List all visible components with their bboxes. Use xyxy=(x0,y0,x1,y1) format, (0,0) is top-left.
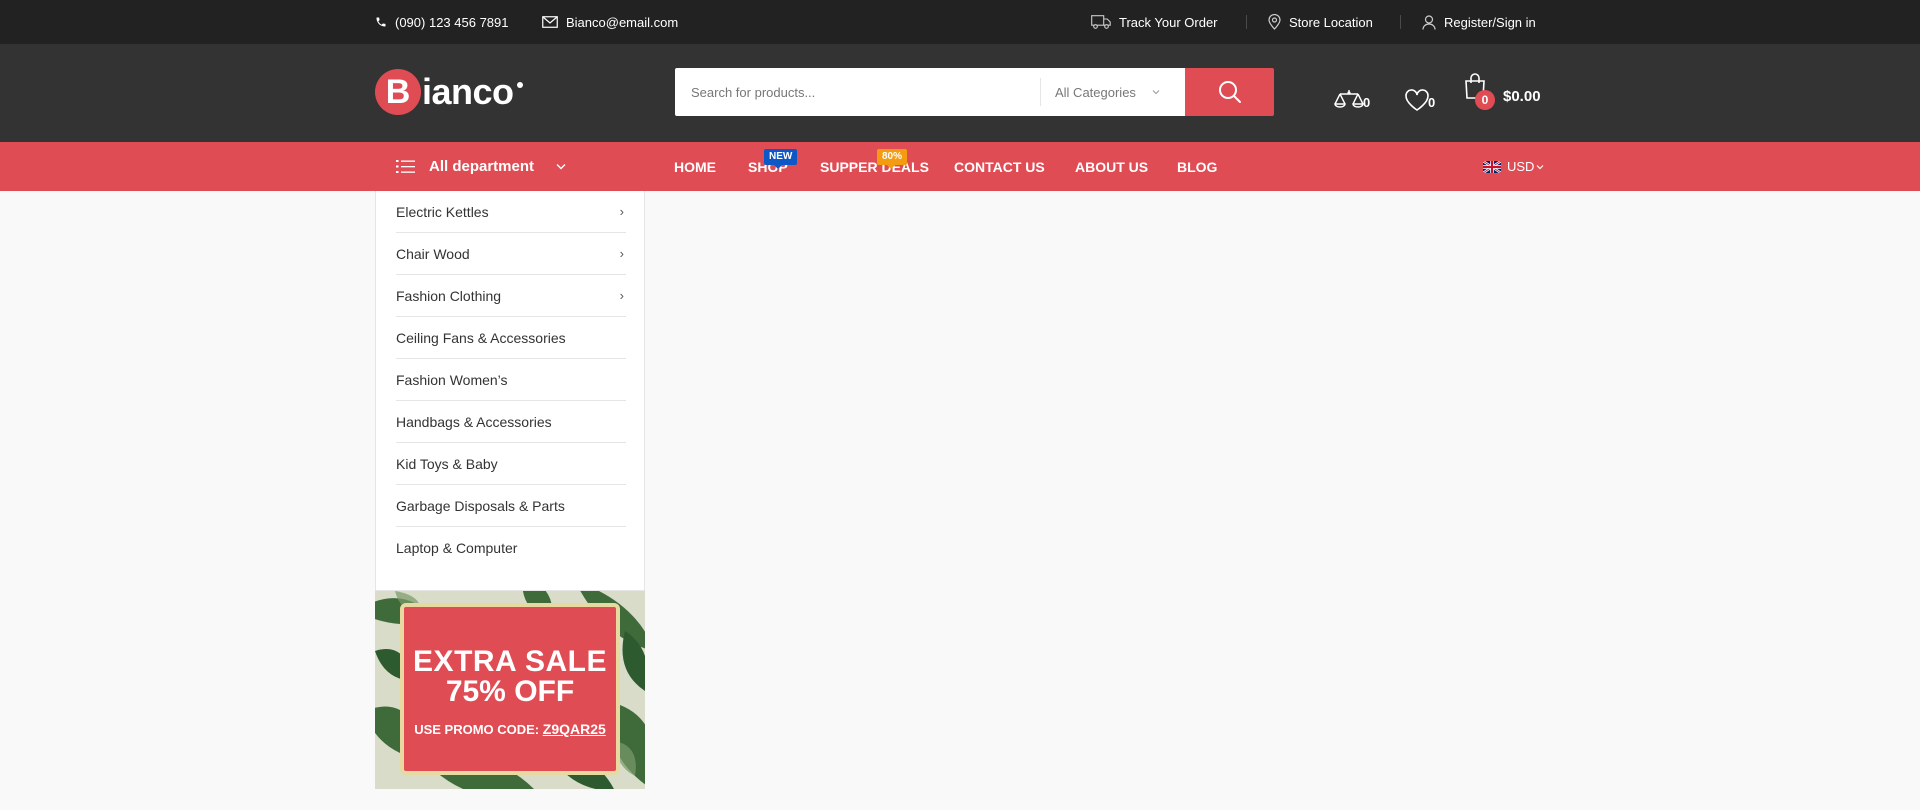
nav-about-us-label: ABOUT US xyxy=(1075,158,1149,175)
wishlist-count: 0 xyxy=(1428,95,1436,110)
store-location-link[interactable]: Store Location xyxy=(1268,0,1373,44)
department-item-chair-wood[interactable]: Chair Wood › xyxy=(396,233,626,275)
divider xyxy=(1246,15,1247,29)
department-item-label: Kid Toys & Baby xyxy=(396,455,498,472)
chevron-down-icon xyxy=(1537,164,1544,169)
main-header: B ianco All Categories 0 0 0 $0.00 xyxy=(0,44,1920,142)
promo-code: Z9QAR25 xyxy=(542,721,606,737)
department-item-label: Garbage Disposals & Parts xyxy=(396,497,565,514)
email-contact[interactable]: Bianco@email.com xyxy=(542,0,678,44)
compare-button[interactable]: 0 xyxy=(1333,72,1370,112)
compare-count: 0 xyxy=(1363,95,1371,110)
currency-value: USD xyxy=(1507,159,1535,174)
promo-headline: EXTRA SALE xyxy=(413,645,607,678)
search-button[interactable] xyxy=(1185,68,1274,116)
logo-mark: B xyxy=(375,69,421,115)
department-item-label: Handbags & Accessories xyxy=(396,413,552,430)
promo-discount: 75% OFF xyxy=(445,675,575,708)
department-item-label: Fashion Women’s xyxy=(396,371,508,388)
register-signin-link[interactable]: Register/Sign in xyxy=(1422,0,1536,44)
nav-supper-deals-label: SUPPER DEALS xyxy=(820,158,929,175)
phone-number: (090) 123 456 7891 xyxy=(395,14,509,30)
cart-count-badge: 0 xyxy=(1475,90,1495,110)
register-label: Register/Sign in xyxy=(1444,14,1536,30)
uk-flag-icon xyxy=(1483,160,1501,173)
department-item-label: Electric Kettles xyxy=(396,203,489,220)
department-item-kid-toys[interactable]: Kid Toys & Baby xyxy=(396,443,626,485)
department-item-electric-kettles[interactable]: Electric Kettles › xyxy=(396,191,626,233)
category-select-value: All Categories xyxy=(1055,84,1136,100)
user-icon xyxy=(1422,14,1436,30)
chevron-down-icon xyxy=(1152,90,1160,95)
promo-code-line: USE PROMO CODE: Z9QAR25 xyxy=(404,721,616,737)
track-order-label: Track Your Order xyxy=(1119,14,1218,30)
divider xyxy=(1400,15,1401,29)
heart-icon xyxy=(1405,89,1429,111)
department-item-label: Laptop & Computer xyxy=(396,540,518,556)
chevron-right-icon: › xyxy=(619,288,624,303)
location-pin-icon xyxy=(1268,14,1281,30)
cart-total: $0.00 xyxy=(1503,88,1541,105)
department-item-ceiling-fans[interactable]: Ceiling Fans & Accessories xyxy=(396,317,626,359)
nav-home-label: HOME xyxy=(674,158,716,175)
top-bar: (090) 123 456 7891 Bianco@email.com Trac… xyxy=(0,0,1920,44)
main-navigation: All department HOME SHOP NEW SUPPER DEAL… xyxy=(0,142,1920,191)
department-item-garbage-disposals[interactable]: Garbage Disposals & Parts xyxy=(396,485,626,527)
store-location-label: Store Location xyxy=(1289,14,1373,30)
wishlist-button[interactable]: 0 xyxy=(1404,72,1435,112)
chevron-down-icon xyxy=(556,164,566,170)
logo-dot xyxy=(516,82,523,88)
promo-card: EXTRA SALE 75% OFF USE PROMO CODE: Z9QAR… xyxy=(400,603,620,775)
department-item-fashion-clothing[interactable]: Fashion Clothing › xyxy=(396,275,626,317)
category-select[interactable]: All Categories xyxy=(1040,68,1185,116)
logo[interactable]: B ianco xyxy=(375,69,523,115)
phone-contact[interactable]: (090) 123 456 7891 xyxy=(375,0,508,44)
list-menu-icon xyxy=(396,160,415,173)
currency-selector[interactable]: USD xyxy=(1483,142,1544,191)
nav-home[interactable]: HOME xyxy=(674,142,716,191)
nav-about-us[interactable]: ABOUT US xyxy=(1075,142,1148,191)
nav-blog-label: BLOG xyxy=(1177,158,1218,175)
email-address: Bianco@email.com xyxy=(566,14,679,30)
chevron-right-icon: › xyxy=(619,246,624,261)
nav-contact-us[interactable]: CONTACT US xyxy=(954,142,1045,191)
cart-button[interactable]: 0 $0.00 xyxy=(1463,72,1563,112)
all-department-toggle[interactable]: All department xyxy=(396,142,566,191)
promo-banner[interactable]: EXTRA SALE 75% OFF USE PROMO CODE: Z9QAR… xyxy=(375,591,645,789)
search-icon xyxy=(1218,81,1241,103)
phone-icon xyxy=(376,17,386,27)
department-item-label: Fashion Clothing xyxy=(396,287,502,304)
compare-scale-icon xyxy=(1334,90,1364,108)
department-item-label: Chair Wood xyxy=(396,245,470,262)
department-menu: Electric Kettles › Chair Wood › Fashion Cl… xyxy=(375,191,645,591)
department-item-label: Ceiling Fans & Accessories xyxy=(396,329,566,346)
department-item-handbags[interactable]: Handbags & Accessories xyxy=(396,401,626,443)
nav-supper-deals[interactable]: SUPPER DEALS 80% xyxy=(820,142,929,191)
logo-text: ianco xyxy=(422,71,514,112)
nav-contact-us-label: CONTACT US xyxy=(954,158,1045,175)
new-badge-text: NEW xyxy=(769,151,793,162)
department-item-laptop-computer[interactable]: Laptop & Computer xyxy=(396,527,626,569)
search-input[interactable] xyxy=(675,68,1040,116)
track-order-link[interactable]: Track Your Order xyxy=(1091,0,1218,44)
promo-code-label: USE PROMO CODE: xyxy=(414,722,540,737)
mail-icon xyxy=(542,16,558,28)
all-department-label: All department xyxy=(429,158,535,175)
chevron-right-icon: › xyxy=(619,204,624,219)
discount-badge: 80% xyxy=(877,149,908,169)
truck-icon xyxy=(1091,15,1111,29)
discount-badge-text: 80% xyxy=(882,151,903,162)
nav-shop[interactable]: SHOP NEW xyxy=(748,142,798,191)
new-badge: NEW xyxy=(764,149,798,169)
nav-blog[interactable]: BLOG xyxy=(1177,142,1217,191)
department-item-fashion-women[interactable]: Fashion Women’s xyxy=(396,359,626,401)
search-bar: All Categories xyxy=(675,68,1274,116)
